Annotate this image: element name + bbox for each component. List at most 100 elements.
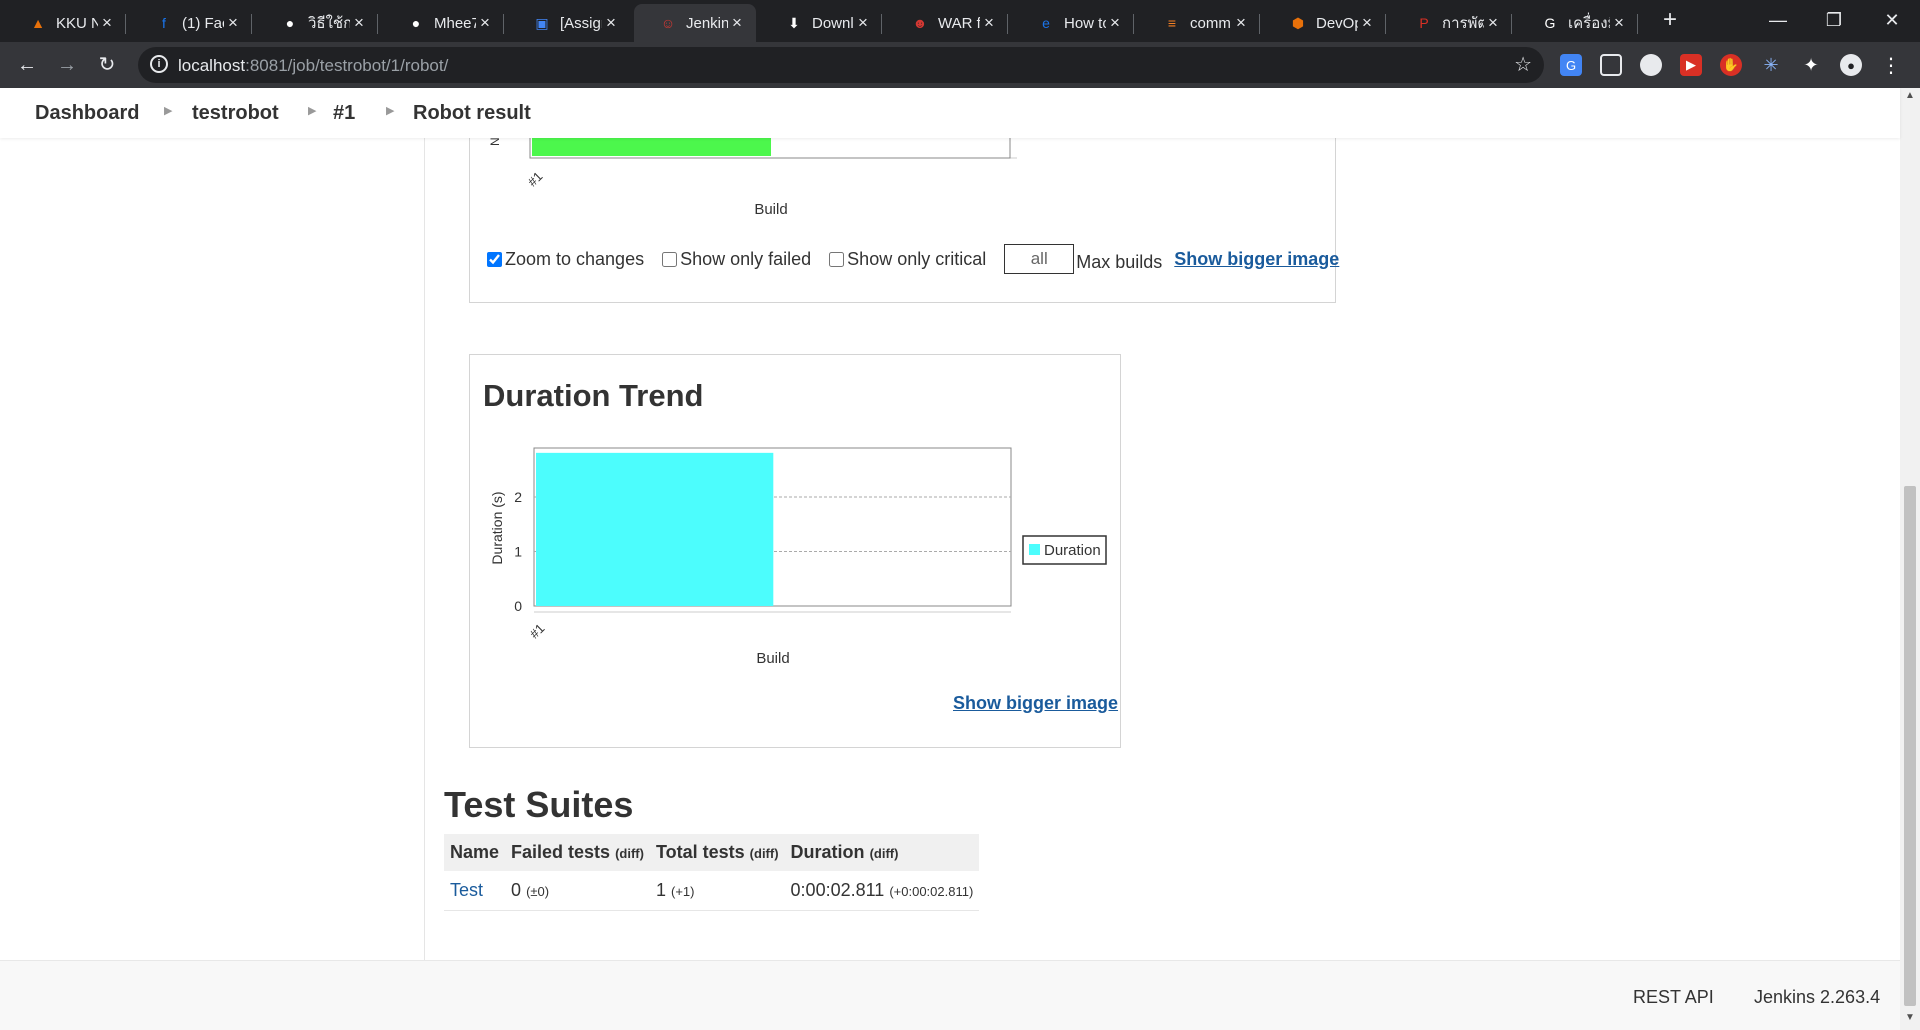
- browser-tab-bar: ▲KKU N×f(1) Fac×●วิธีใช้ก×●Mhee7×▣[Assig…: [0, 0, 1920, 42]
- breadcrumb-chevron-icon[interactable]: ▶: [386, 104, 394, 117]
- browser-tab[interactable]: P การพัฒ×: [1390, 4, 1512, 42]
- close-tab-icon[interactable]: ×: [1610, 13, 1628, 33]
- close-tab-icon[interactable]: ×: [350, 13, 368, 33]
- breadcrumb-chevron-icon[interactable]: ▶: [308, 104, 316, 117]
- breadcrumb-build[interactable]: #1: [333, 102, 355, 125]
- browser-tab[interactable]: f (1) Fac×: [130, 4, 252, 42]
- tab-separator: [377, 14, 378, 34]
- browser-tab-title: การพัฒ: [1442, 15, 1484, 32]
- column-header-duration[interactable]: Duration (diff): [784, 834, 980, 871]
- browser-tab[interactable]: ☻ WAR fi ×: [886, 4, 1008, 42]
- browser-tab[interactable]: ▲ KKU N ×: [4, 4, 126, 42]
- browser-tab[interactable]: ⬇ Downl ×: [760, 4, 882, 42]
- jenkins-version-link[interactable]: Jenkins 2.263.4: [1754, 987, 1880, 1008]
- duration-trend-chart[interactable]: 0 1 2 #1 Build Duration (s) Duration: [484, 440, 1114, 670]
- stackoverflow-icon: ≡: [1167, 15, 1177, 31]
- tab-separator: [1259, 14, 1260, 34]
- back-icon[interactable]: ←: [12, 50, 42, 80]
- github-icon: ●: [411, 15, 421, 31]
- show-only-critical-checkbox[interactable]: [829, 251, 845, 267]
- show-only-failed-checkbox[interactable]: [662, 251, 678, 267]
- minimize-button[interactable]: —: [1750, 0, 1806, 42]
- column-header-failed[interactable]: Failed tests (diff): [505, 834, 650, 871]
- close-tab-icon[interactable]: ×: [224, 13, 242, 33]
- url-text[interactable]: localhost:8081/job/testrobot/1/robot/: [178, 56, 448, 76]
- close-tab-icon[interactable]: ×: [1358, 13, 1376, 33]
- browser-tab-title: How to: [1064, 14, 1106, 32]
- bookmark-icon: P: [1419, 15, 1429, 31]
- page-footer: REST API Jenkins 2.263.4: [0, 960, 1900, 1030]
- browser-tab[interactable]: ● Mhee7 ×: [382, 4, 504, 42]
- translate-extension-icon[interactable]: G: [1560, 54, 1582, 76]
- hand-extension-icon[interactable]: ✋: [1720, 54, 1742, 76]
- address-bar[interactable]: i localhost:8081/job/testrobot/1/robot/ …: [138, 47, 1544, 83]
- status-show-bigger-image-link[interactable]: Show bigger image: [1174, 249, 1339, 270]
- column-header-total[interactable]: Total tests (diff): [649, 834, 785, 871]
- close-tab-icon[interactable]: ×: [980, 13, 998, 33]
- close-tab-icon[interactable]: ×: [1106, 13, 1124, 33]
- breadcrumb-job[interactable]: testrobot: [192, 102, 279, 125]
- max-builds-input[interactable]: [1004, 244, 1075, 274]
- classroom-icon: ▣: [535, 14, 549, 31]
- breadcrumb-dashboard[interactable]: Dashboard: [35, 102, 139, 125]
- close-tab-icon[interactable]: ×: [1484, 13, 1502, 33]
- status-x-tick-label: #1: [525, 169, 546, 190]
- extensions-puzzle-icon[interactable]: ✦: [1800, 54, 1822, 76]
- scroll-up-icon[interactable]: ▲: [1900, 90, 1920, 106]
- tab-separator: [503, 14, 504, 34]
- browser-tab[interactable]: ≡ comm ×: [1138, 4, 1260, 42]
- close-tab-icon[interactable]: ×: [854, 13, 872, 33]
- close-tab-icon[interactable]: ×: [98, 13, 116, 33]
- duration-y-tick-label: 0: [514, 598, 522, 614]
- rest-api-link[interactable]: REST API: [1633, 987, 1714, 1008]
- close-tab-icon[interactable]: ×: [602, 13, 620, 33]
- show-only-critical-option[interactable]: Show only critical: [829, 249, 986, 270]
- snowflake-extension-icon[interactable]: ✳: [1760, 54, 1782, 76]
- browser-tab-title: comm: [1190, 14, 1231, 32]
- tab-search-extension-icon[interactable]: [1600, 54, 1622, 76]
- zoom-to-changes-checkbox[interactable]: [487, 251, 502, 267]
- browser-menu-icon[interactable]: ⋮: [1880, 54, 1902, 77]
- google-icon: G: [1544, 15, 1556, 31]
- reload-icon[interactable]: ↻: [92, 50, 122, 80]
- column-header-name[interactable]: Name: [444, 834, 506, 871]
- close-tab-icon[interactable]: ×: [1232, 13, 1250, 33]
- browser-tab-title: Mhee7: [434, 14, 476, 32]
- duration-show-bigger-image-link[interactable]: Show bigger image: [953, 693, 1118, 714]
- tab-separator: [1385, 14, 1386, 34]
- site-info-icon[interactable]: i: [150, 55, 168, 73]
- browser-tab-title: Jenkins: [686, 14, 728, 32]
- suite-link[interactable]: Test: [450, 880, 483, 900]
- close-window-button[interactable]: ✕: [1864, 0, 1920, 42]
- browser-tab-title: เครื่องมื: [1568, 15, 1610, 32]
- zoom-to-changes-option[interactable]: Zoom to changes: [487, 249, 644, 270]
- profile-avatar[interactable]: ●: [1840, 54, 1862, 76]
- page-scrollbar[interactable]: ▲ ▼: [1900, 88, 1920, 1030]
- bookmark-star-icon[interactable]: ☆: [1514, 52, 1532, 77]
- test-suites-table: Name Failed tests (diff) Total tests (di…: [444, 834, 980, 911]
- circle-extension-icon[interactable]: [1640, 54, 1662, 76]
- breadcrumb-chevron-icon[interactable]: ▶: [164, 104, 172, 117]
- table-row: Test 0 (±0) 1 (+1) 0:00:02.811 (+0:00:02…: [444, 871, 980, 911]
- browser-tab[interactable]: G เครื่องมื×: [1516, 4, 1638, 42]
- restore-button[interactable]: ❐: [1806, 0, 1862, 42]
- browser-tab[interactable]: e How to×: [1012, 4, 1134, 42]
- url-path: :8081/job/testrobot/1/robot/: [245, 56, 449, 75]
- video-extension-icon[interactable]: ▶: [1680, 54, 1702, 76]
- status-trend-chart[interactable]: N Build #1: [480, 138, 1040, 228]
- forward-icon[interactable]: →: [52, 50, 82, 80]
- new-tab-button[interactable]: +: [1656, 6, 1684, 34]
- browser-tab[interactable]: ⬢ DevOp×: [1264, 4, 1386, 42]
- close-tab-icon[interactable]: ×: [728, 13, 746, 33]
- browser-tab[interactable]: ● วิธีใช้ก ×: [256, 4, 378, 42]
- download-icon: ⬇: [788, 14, 800, 31]
- browser-tab[interactable]: ☺ Jenkins×: [634, 4, 756, 42]
- zoom-to-changes-label: Zoom to changes: [505, 248, 645, 269]
- scrollbar-thumb[interactable]: [1904, 486, 1916, 1006]
- browser-tab[interactable]: ▣ [Assign×: [508, 4, 630, 42]
- scroll-down-icon[interactable]: ▼: [1900, 1012, 1920, 1028]
- breadcrumb-robot-result[interactable]: Robot result: [413, 102, 531, 125]
- show-only-failed-option[interactable]: Show only failed: [662, 249, 811, 270]
- duration-y-tick-label: 1: [514, 544, 522, 560]
- close-tab-icon[interactable]: ×: [476, 13, 494, 33]
